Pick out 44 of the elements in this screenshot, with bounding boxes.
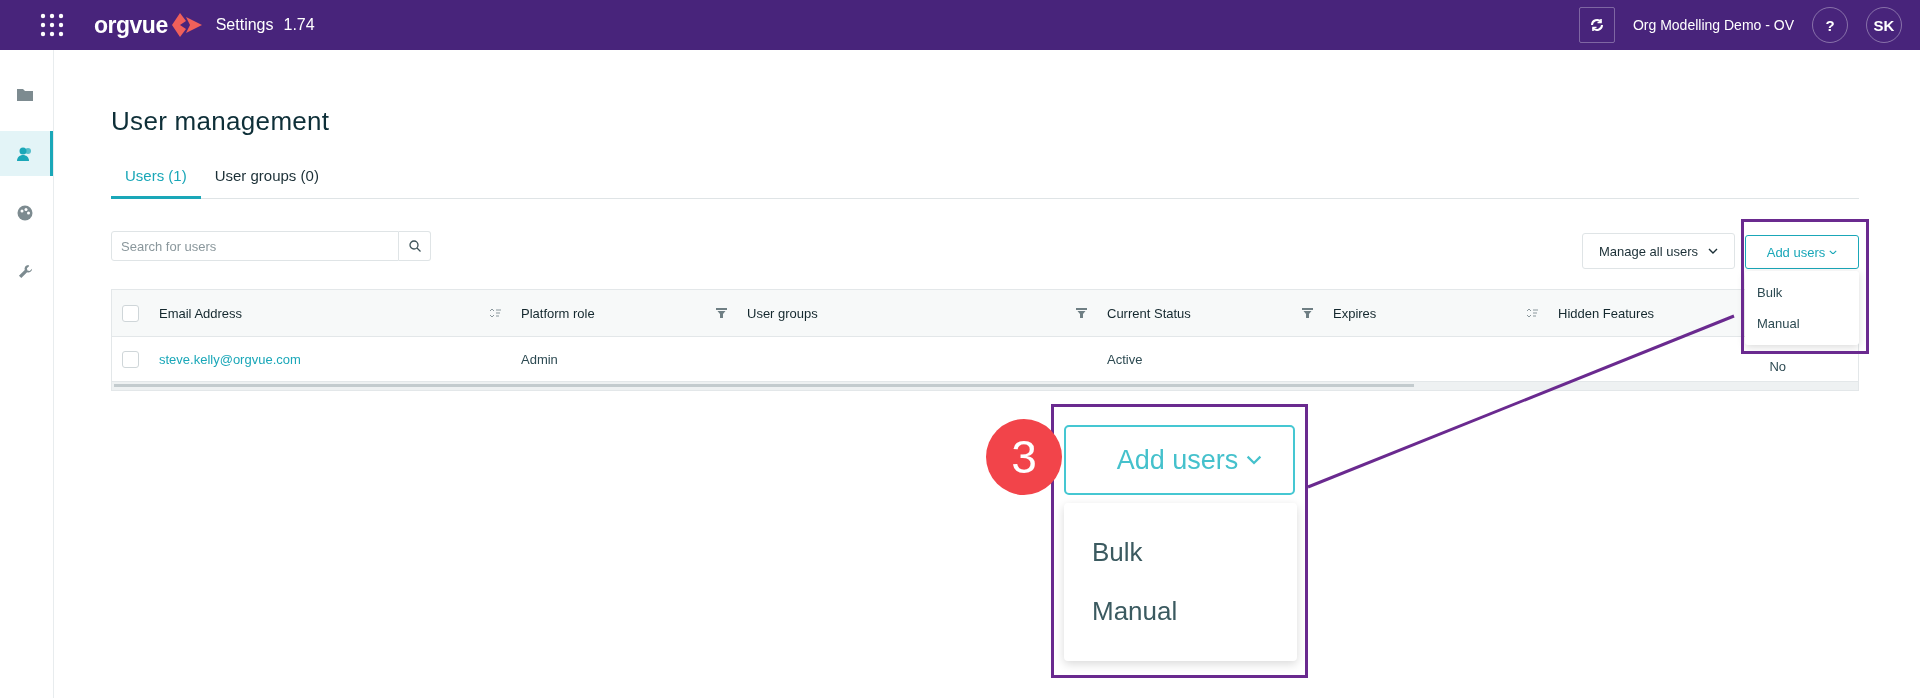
table-cell-text: Active — [1106, 351, 1144, 367]
horizontal-scrollbar[interactable] — [112, 382, 1858, 390]
menu-item[interactable]: Bulk — [1064, 523, 1297, 582]
users-icon — [17, 146, 33, 161]
page-title: User management — [111, 106, 331, 137]
column-header: Hidden Features — [1558, 305, 1655, 321]
chevron-down-icon — [1246, 455, 1263, 465]
search-button[interactable] — [399, 231, 431, 261]
refresh-button[interactable] — [1578, 7, 1615, 43]
chevron-down-icon — [1708, 248, 1718, 254]
column-header: Platform role — [521, 305, 595, 321]
menu-item[interactable]: Bulk — [1745, 277, 1859, 308]
sort-icon[interactable] — [489, 308, 501, 318]
menu-item[interactable]: Manual — [1064, 582, 1297, 641]
refresh-icon — [1589, 18, 1604, 32]
wrench-icon — [17, 264, 33, 279]
workspace-name[interactable]: Org Modelling Demo - OV — [1632, 17, 1794, 33]
sidebar-item[interactable] — [0, 131, 53, 176]
checkbox[interactable] — [122, 350, 139, 368]
filter-icon[interactable] — [1076, 308, 1087, 318]
step-badge: 3 — [986, 419, 1062, 495]
apps-grid-icon[interactable] — [40, 13, 64, 37]
table-cell-text: No — [1768, 357, 1787, 374]
sort-icon[interactable] — [1526, 308, 1538, 318]
palette-icon — [17, 204, 33, 221]
search-field[interactable]: Search for users — [111, 231, 399, 261]
manage-users-dropdown[interactable]: Manage all users — [1582, 233, 1735, 269]
checkbox[interactable] — [122, 304, 139, 322]
table-cell-text: Admin — [520, 351, 559, 367]
column-header: Expires — [1333, 305, 1377, 321]
version-number: 1.74 — [283, 16, 315, 34]
filter-icon[interactable] — [716, 308, 727, 318]
filter-icon[interactable] — [1302, 308, 1313, 318]
logo-wordmark: orgvue — [94, 11, 168, 39]
logo-mark-icon — [171, 13, 202, 37]
chevron-down-icon — [1829, 249, 1838, 255]
menu-item[interactable]: Manual — [1745, 308, 1859, 339]
search-icon — [408, 240, 421, 252]
column-header: User groups — [747, 305, 818, 321]
column-header: Email Address — [159, 305, 243, 321]
column-header: Current Status — [1107, 305, 1191, 321]
folder-icon — [17, 88, 33, 101]
tab[interactable]: User groups (0) — [200, 159, 333, 199]
app-name: Settings — [215, 16, 274, 34]
